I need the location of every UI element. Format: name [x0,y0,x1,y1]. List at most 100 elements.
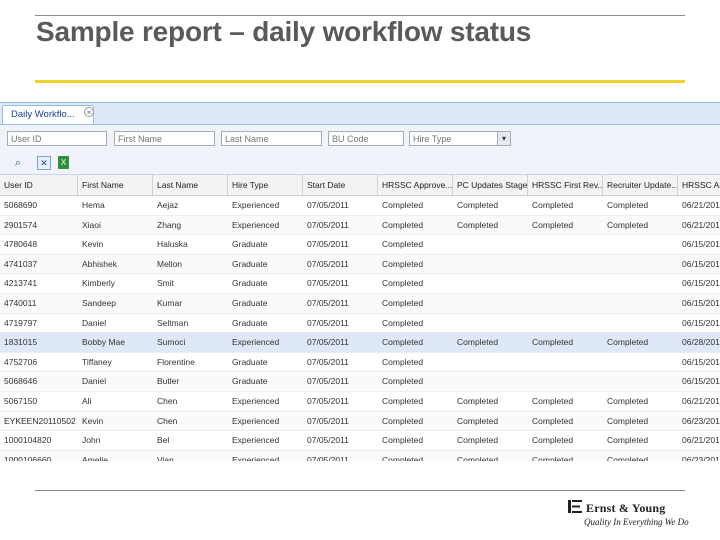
column-header[interactable]: HRSSC Ap [678,175,720,195]
table-cell [603,314,678,333]
table-row[interactable]: 5067150 Ali Chen Experienced 07/05/2011 Compl… [0,392,720,412]
table-cell: Completed [382,200,424,210]
table-cell: Tiffaney [82,356,112,367]
table-cell: 07/05/2011 [307,415,349,426]
table-row[interactable]: 4719797 Daniel Seltman Graduate 07/05/2011 Co… [0,314,720,334]
excel-export-icon[interactable]: X [58,156,69,169]
table-cell: Butler [157,376,180,387]
table-row[interactable]: 2901574 Xiaoi Zhang Experienced 07/05/2011 Co… [0,215,720,236]
table-cell: Completed [607,454,649,461]
table-cell: 07/05/2011 [307,298,349,308]
column-header[interactable]: Last Name [153,175,228,195]
table-cell: 06/15/201 [682,317,720,328]
table-cell: 07/05/2011 [307,258,349,269]
table-row[interactable]: 4780648 Kevin Haluska Graduate 07/05/2011 Com… [0,235,720,255]
chevron-down-icon[interactable]: ▾ [497,131,511,146]
table-cell: 07/05/2011 [307,200,349,210]
column-header[interactable]: HRSSC First Rev... [528,175,603,195]
table-row[interactable]: 5068690 Hema Aejaz Experienced 07/05/2011 Com… [0,196,720,216]
column-header[interactable]: Start Date [303,175,378,195]
table-cell: 06/15/201 [682,298,720,308]
column-header[interactable]: Hire Type [228,175,303,195]
table-cell: Completed [382,396,424,406]
table-cell: Completed [607,435,649,446]
table-cell [453,294,528,313]
table-cell: Completed [457,337,499,348]
user-id-input[interactable] [7,131,107,146]
table-cell: Completed [382,298,424,308]
table-cell: Completed [457,200,499,210]
table-cell: Kimberly [82,278,116,289]
table-cell: Kevin [82,239,104,250]
table-cell: EYKEEN20110502 [4,415,76,426]
table-cell: Completed [382,337,424,348]
table-cell [603,235,678,254]
tab-daily-workflow[interactable]: Daily Workflo... × [2,105,94,124]
table-cell: Bobby Mae [82,337,125,348]
table-cell [453,274,528,293]
table-cell: 07/05/2011 [307,219,349,230]
table-cell: Completed [457,396,499,406]
table-row[interactable]: 1000104820 John Bel Experienced 07/05/2011 Co… [0,431,720,451]
table-cell [453,235,528,254]
search-icon[interactable]: ⌕ [11,156,25,170]
table-row[interactable]: 1831015 Bobby Mae Sumoci Experienced 07/05/2… [0,333,720,353]
table-row[interactable]: 5068646 Daniel Butler Graduate 07/05/2011 Com… [0,372,720,392]
column-header[interactable]: HRSSC Approve... [378,175,453,195]
column-header[interactable]: PC Updates Stage [453,175,528,195]
table-cell: Graduate [232,298,268,308]
column-header[interactable]: User ID [0,175,78,195]
table-cell: Completed [457,415,499,426]
table-cell: 07/05/2011 [307,278,349,289]
table-cell: Haluska [157,239,188,250]
table-cell: Kevin [82,415,104,426]
table-cell [453,314,528,333]
column-header[interactable]: Recruiter Update... [603,175,678,195]
table-row[interactable]: EYKEEN20110502 Kevin Chen Experienced 07/05/… [0,411,720,432]
table-cell: 07/05/2011 [307,239,349,250]
filter-bar: ▾ ⌕ ✕ X [0,125,720,175]
table-row[interactable]: 4741037 Abhishek Mellon Graduate 07/05/2011 C… [0,254,720,275]
hire-type-select[interactable] [409,131,498,146]
table-cell [603,372,678,391]
last-name-input[interactable] [221,131,322,146]
table-row[interactable]: 4740011 Sandeep Kumar Graduate 07/05/2011 Com… [0,294,720,314]
first-name-input[interactable] [114,131,215,146]
column-header[interactable]: First Name [78,175,153,195]
bu-code-input[interactable] [328,131,404,146]
table-cell: 4719797 [4,317,38,328]
table-cell: 06/28/201 [682,337,720,348]
clear-icon[interactable]: ✕ [37,156,51,170]
table-cell: Completed [607,219,649,230]
table-cell: Smit [157,278,174,289]
table-cell: Graduate [232,356,268,367]
table-cell: Ali [82,396,92,406]
table-cell: 06/15/201 [682,239,720,250]
table-cell: 07/05/2011 [307,317,349,328]
table-cell: Completed [382,317,424,328]
table-cell: 06/21/201 [682,396,720,406]
table-cell: 06/15/201 [682,258,720,269]
table-cell: Completed [457,454,499,461]
table-cell: Completed [607,337,649,348]
table-cell [528,372,603,391]
table-cell: 4740011 [4,298,37,308]
table-cell: Experienced [232,200,280,210]
table-row[interactable]: 1000106660 Amelie Vian Experienced 07/05/201… [0,450,720,461]
table-cell: Completed [382,239,424,250]
table-cell: Completed [607,200,649,210]
table-cell: 07/05/2011 [307,376,349,387]
table-cell: 1000104820 [4,435,52,446]
table-cell: Aejaz [157,200,179,210]
company-logo-text: Ernst & Young [586,501,666,515]
table-cell: Seltman [157,317,189,328]
table-cell: Completed [382,435,424,446]
table-cell: 06/15/201 [682,356,720,367]
table-row[interactable]: 4752706 Tiffaney Florentine Graduate 07/05/2… [0,353,720,373]
close-icon[interactable]: × [84,107,94,117]
table-cell [528,235,603,254]
table-cell: 1831015 [4,337,38,348]
company-tagline: Quality In Everything We Do [584,517,689,527]
table-cell: Completed [532,396,574,406]
table-row[interactable]: 4213741 Kimberly Smit Graduate 07/05/2011 Com… [0,274,720,294]
